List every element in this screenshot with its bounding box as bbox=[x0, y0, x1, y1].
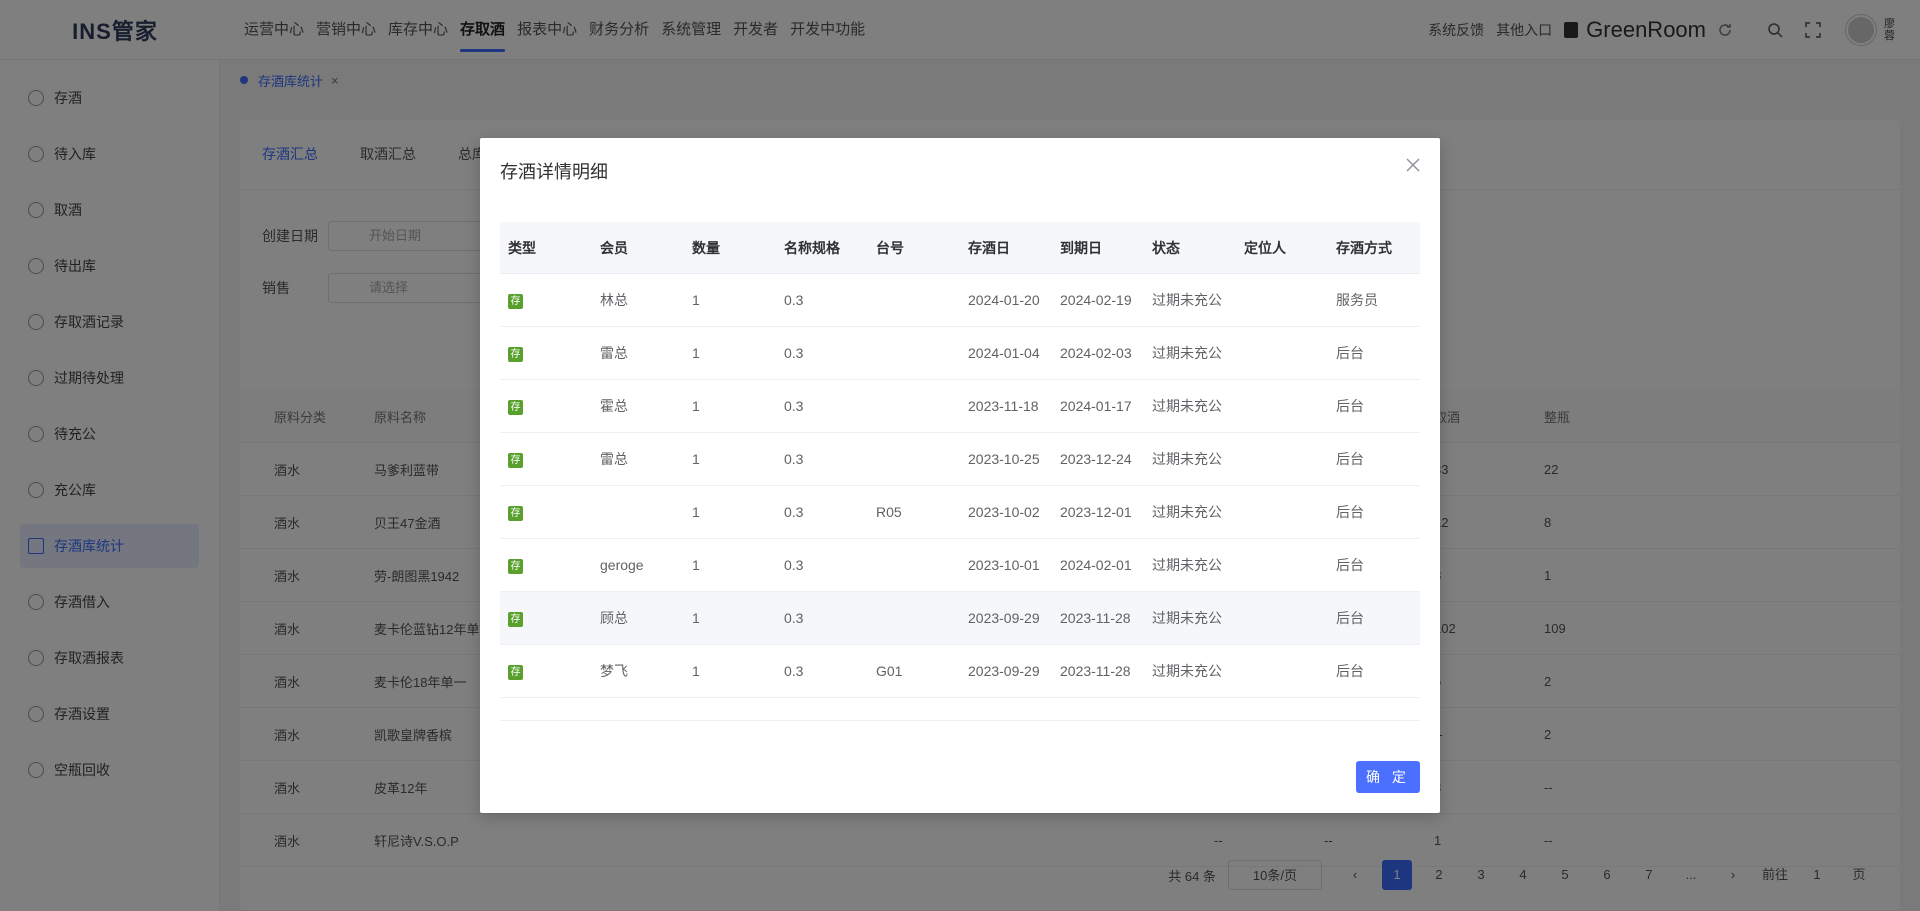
detail-cell-due-date: 2024-02-01 bbox=[1060, 557, 1132, 573]
detail-header-cell: 类型 bbox=[508, 239, 536, 256]
type-cell: 存 bbox=[500, 662, 592, 680]
detail-cell-spec: 0.3 bbox=[784, 610, 804, 626]
detail-cell-store-date: 2023-10-02 bbox=[968, 504, 1040, 520]
detail-cell-status: 过期未充公 bbox=[1152, 292, 1222, 308]
detail-cell-status: 过期未充公 bbox=[1152, 663, 1222, 679]
detail-header-cell: 存酒方式 bbox=[1336, 239, 1392, 256]
detail-cell-member: geroge bbox=[600, 557, 644, 573]
detail-header-cell: 到期日 bbox=[1060, 239, 1102, 256]
table-row[interactable]: 存 雷总 1 0.3 2024-01-04 2024-02-03 过期未充公 后台 bbox=[500, 327, 1420, 380]
detail-cell-table: G01 bbox=[876, 663, 903, 679]
detail-cell-method: 后台 bbox=[1336, 557, 1364, 573]
table-row[interactable]: 存 顾总 1 0.3 2023-09-29 2023-11-28 过期未充公 后台 bbox=[500, 592, 1420, 645]
type-cell: 存 bbox=[500, 609, 592, 627]
detail-cell-member: 梦飞 bbox=[600, 663, 628, 679]
detail-cell-status: 过期未充公 bbox=[1152, 504, 1222, 520]
detail-cell-due-date: 2023-12-24 bbox=[1060, 451, 1132, 467]
detail-cell-store-date: 2023-10-01 bbox=[968, 557, 1040, 573]
table-row[interactable]: 存 林总 1 0.3 2024-01-20 2024-02-19 过期未充公 服务员 bbox=[500, 274, 1420, 327]
detail-cell-qty: 1 bbox=[692, 610, 700, 626]
store-type-badge: 存 bbox=[508, 506, 523, 521]
detail-cell-qty: 1 bbox=[692, 663, 700, 679]
detail-cell-member: 霍总 bbox=[600, 398, 628, 414]
detail-cell-spec: 0.3 bbox=[784, 557, 804, 573]
detail-cell-method: 后台 bbox=[1336, 504, 1364, 520]
detail-cell-qty: 1 bbox=[692, 398, 700, 414]
detail-cell-store-date: 2023-11-18 bbox=[968, 398, 1039, 414]
detail-cell-spec: 0.3 bbox=[784, 398, 804, 414]
detail-cell-member: 林总 bbox=[600, 292, 628, 308]
detail-cell-store-date: 2024-01-04 bbox=[968, 345, 1040, 361]
detail-cell-due-date: 2024-02-03 bbox=[1060, 345, 1132, 361]
detail-cell-due-date: 2024-01-17 bbox=[1060, 398, 1132, 414]
close-icon[interactable] bbox=[1406, 158, 1420, 172]
store-type-badge: 存 bbox=[508, 453, 523, 468]
detail-cell-method: 后台 bbox=[1336, 663, 1364, 679]
detail-cell-store-date: 2023-09-29 bbox=[968, 663, 1040, 679]
detail-header-cell: 状态 bbox=[1152, 239, 1180, 256]
table-row[interactable]: 存 梦飞 1 0.3 G01 2023-09-29 2023-11-28 过期未充公 后台 bbox=[500, 645, 1420, 698]
detail-cell-spec: 0.3 bbox=[784, 504, 804, 520]
store-type-badge: 存 bbox=[508, 559, 523, 574]
confirm-button[interactable]: 确 定 bbox=[1356, 761, 1420, 793]
detail-cell-member: 顾总 bbox=[600, 610, 628, 626]
detail-cell-status: 过期未充公 bbox=[1152, 398, 1222, 414]
detail-cell-qty: 1 bbox=[692, 557, 700, 573]
table-row[interactable]: 存 1 0.3 R05 2023-10-02 2023-12-01 过期未充公 后台 bbox=[500, 486, 1420, 539]
detail-cell-qty: 1 bbox=[692, 345, 700, 361]
detail-cell-qty: 1 bbox=[692, 504, 700, 520]
detail-cell-due-date: 2023-11-28 bbox=[1060, 663, 1131, 679]
detail-cell-method: 后台 bbox=[1336, 345, 1364, 361]
store-type-badge: 存 bbox=[508, 665, 523, 680]
detail-cell-due-date: 2023-12-01 bbox=[1060, 504, 1132, 520]
detail-header-cell: 定位人 bbox=[1244, 239, 1286, 256]
type-cell: 存 bbox=[500, 344, 592, 362]
type-cell: 存 bbox=[500, 556, 592, 574]
detail-modal: 存酒详情明细 类型 会员 数量 名称规格 台号 存酒日 到期日 状态 定位人 存酒方式存 林总 1 0.… bbox=[480, 138, 1440, 813]
detail-cell-store-date: 2024-01-20 bbox=[968, 292, 1040, 308]
detail-table: 类型 会员 数量 名称规格 台号 存酒日 到期日 状态 定位人 存酒方式存 林总 1 0.3 2024-0… bbox=[500, 222, 1420, 721]
detail-cell-status: 过期未充公 bbox=[1152, 345, 1222, 361]
store-type-badge: 存 bbox=[508, 400, 523, 415]
detail-header-cell: 会员 bbox=[600, 239, 628, 256]
detail-cell-method: 后台 bbox=[1336, 398, 1364, 414]
store-type-badge: 存 bbox=[508, 294, 523, 309]
detail-cell-store-date: 2023-10-25 bbox=[968, 451, 1040, 467]
detail-cell-status: 过期未充公 bbox=[1152, 610, 1222, 626]
detail-cell-qty: 1 bbox=[692, 451, 700, 467]
detail-cell-spec: 0.3 bbox=[784, 451, 804, 467]
detail-cell-due-date: 2024-02-19 bbox=[1060, 292, 1132, 308]
detail-cell-due-date: 2023-11-28 bbox=[1060, 610, 1131, 626]
detail-cell-member: 雷总 bbox=[600, 345, 628, 361]
detail-header-cell: 数量 bbox=[692, 239, 720, 256]
detail-cell-method: 后台 bbox=[1336, 610, 1364, 626]
type-cell: 存 bbox=[500, 397, 592, 415]
detail-header-cell: 名称规格 bbox=[784, 239, 840, 256]
detail-header-cell: 台号 bbox=[876, 239, 904, 256]
detail-cell-qty: 1 bbox=[692, 292, 700, 308]
detail-cell-spec: 0.3 bbox=[784, 345, 804, 361]
table-row[interactable]: 存 geroge 1 0.3 2023-10-01 2024-02-01 过期未充公 后台 bbox=[500, 539, 1420, 592]
type-cell: 存 bbox=[500, 291, 592, 309]
table-row[interactable]: 存 雷总 1 0.3 2023-10-25 2023-12-24 过期未充公 后台 bbox=[500, 433, 1420, 486]
detail-cell-method: 服务员 bbox=[1336, 292, 1378, 308]
table-row[interactable]: 存 霍总 1 0.3 2023-11-18 2024-01-17 过期未充公 后台 bbox=[500, 380, 1420, 433]
store-type-badge: 存 bbox=[508, 347, 523, 362]
detail-cell-status: 过期未充公 bbox=[1152, 557, 1222, 573]
detail-header-cell: 存酒日 bbox=[968, 239, 1010, 256]
detail-cell-member: 雷总 bbox=[600, 451, 628, 467]
detail-cell-spec: 0.3 bbox=[784, 663, 804, 679]
detail-cell-method: 后台 bbox=[1336, 451, 1364, 467]
type-cell: 存 bbox=[500, 450, 592, 468]
modal-title: 存酒详情明细 bbox=[500, 162, 608, 182]
detail-cell-table: R05 bbox=[876, 504, 902, 520]
type-cell: 存 bbox=[500, 503, 592, 521]
detail-cell-store-date: 2023-09-29 bbox=[968, 610, 1040, 626]
store-type-badge: 存 bbox=[508, 612, 523, 627]
detail-cell-status: 过期未充公 bbox=[1152, 451, 1222, 467]
detail-cell-spec: 0.3 bbox=[784, 292, 804, 308]
detail-table-header: 类型 会员 数量 名称规格 台号 存酒日 到期日 状态 定位人 存酒方式 bbox=[500, 222, 1420, 274]
